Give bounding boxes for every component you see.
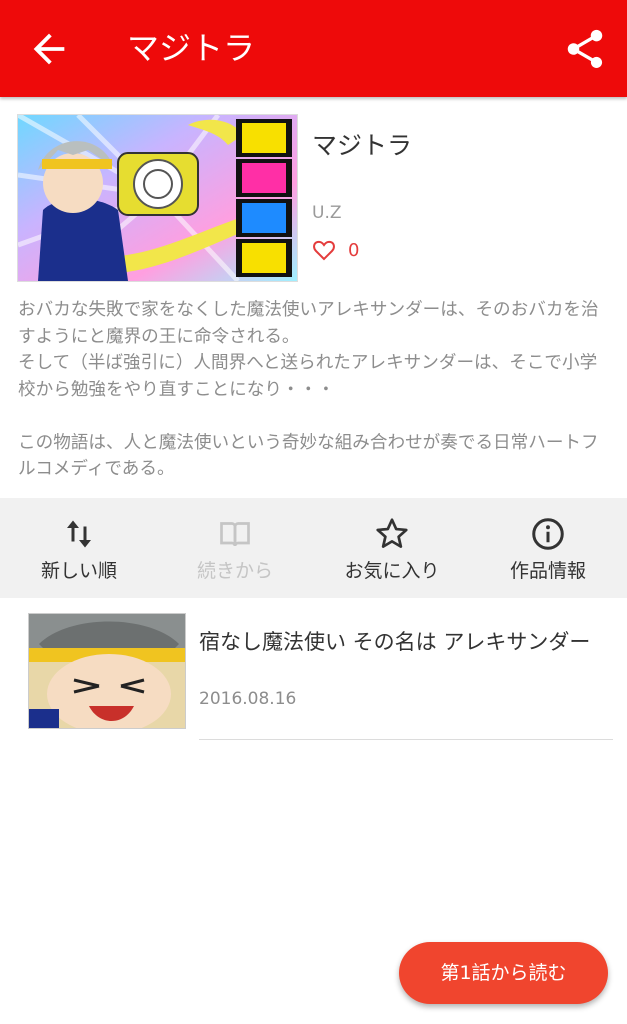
favorite-button[interactable]: お気に入り — [314, 498, 470, 598]
sort-arrows-icon — [67, 520, 91, 548]
continue-button[interactable]: 続きから — [157, 498, 313, 598]
page-title: マジトラ — [127, 29, 256, 67]
book-icon — [220, 522, 250, 547]
star-icon — [376, 518, 408, 548]
like-counter[interactable]: 0 — [312, 236, 359, 264]
episode-thumbnail — [28, 613, 186, 729]
list-item[interactable]: 宿なし魔法使い その名は アレキサンダー 2016.08.16 — [0, 605, 627, 740]
action-bar: 新しい順 続きから お気に入り 作品情報 — [0, 498, 627, 598]
favorite-label: お気に入り — [344, 560, 440, 582]
episode-title: 宿なし魔法使い その名は アレキサンダー — [199, 630, 591, 654]
work-info-label: 作品情報 — [509, 560, 586, 582]
app-bar: マジトラ — [0, 0, 627, 97]
like-count: 0 — [348, 239, 360, 261]
share-icon[interactable] — [562, 26, 608, 72]
cover-image — [17, 114, 298, 282]
work-info-button[interactable]: 作品情報 — [470, 498, 626, 598]
sort-newest-label: 新しい順 — [40, 560, 117, 582]
continue-label: 続きから — [196, 560, 273, 582]
heart-icon[interactable] — [312, 239, 336, 261]
divider — [199, 739, 613, 740]
sort-newest-button[interactable]: 新しい順 — [1, 498, 157, 598]
author-name[interactable]: U.Z — [312, 203, 342, 223]
work-description: おバカな失敗で家をなくした魔法使いアレキサンダーは、そのおバカを治すようにと魔界… — [18, 300, 599, 479]
arrow-back-icon[interactable] — [26, 26, 72, 72]
info-icon — [532, 518, 564, 550]
read-from-first-button[interactable]: 第1話から読む — [399, 942, 608, 1004]
episode-date: 2016.08.16 — [199, 689, 297, 709]
work-title: マジトラ — [312, 131, 413, 160]
